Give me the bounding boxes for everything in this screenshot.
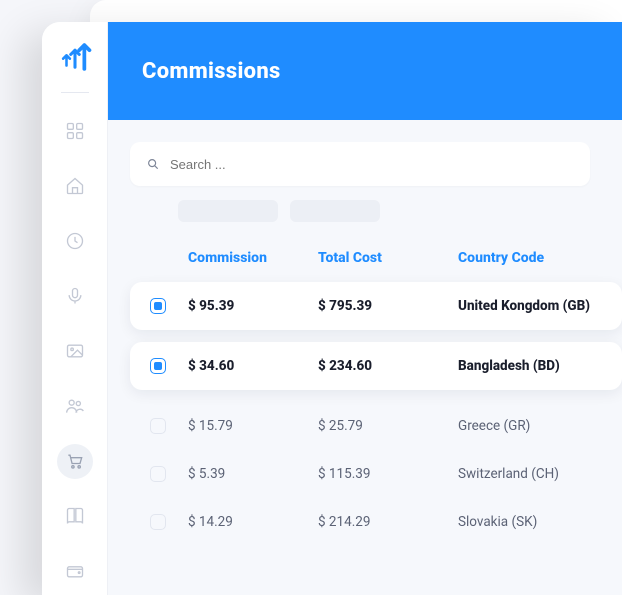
skeleton-chip	[178, 200, 278, 222]
nav-book[interactable]	[57, 499, 93, 534]
clock-icon	[65, 231, 85, 251]
filter-placeholder-row	[178, 200, 622, 222]
col-total-cost[interactable]: Total Cost	[318, 250, 458, 266]
col-country-code[interactable]: Country Code	[458, 250, 622, 266]
commissions-table: Commission Total Cost Country Code $ 95.…	[130, 250, 622, 546]
arrows-up-icon	[58, 40, 92, 74]
page-title: Commissions	[142, 59, 281, 84]
search-bar[interactable]	[130, 142, 590, 186]
table-header-row: Commission Total Cost Country Code	[130, 250, 622, 282]
cell-country: Switzerland (CH)	[458, 466, 622, 482]
app-window: Commissions Commission Total Cost Countr…	[42, 22, 622, 595]
nav-dashboard[interactable]	[57, 113, 93, 148]
col-commission[interactable]: Commission	[188, 250, 318, 266]
search-input[interactable]	[170, 157, 574, 172]
table-row[interactable]: $ 14.29 $ 214.29 Slovakia (SK)	[130, 498, 622, 546]
mic-icon	[65, 286, 85, 306]
cell-total-cost: $ 214.29	[318, 514, 458, 530]
cell-commission: $ 14.29	[188, 514, 318, 530]
content-area: Commission Total Cost Country Code $ 95.…	[108, 120, 622, 546]
cell-country: Bangladesh (BD)	[458, 358, 622, 374]
search-icon	[146, 157, 160, 171]
cell-commission: $ 5.39	[188, 466, 318, 482]
skeleton-chip	[290, 200, 380, 222]
grid-icon	[65, 121, 85, 141]
wallet-icon	[65, 561, 85, 581]
cell-total-cost: $ 795.39	[318, 298, 458, 314]
nav-wallet[interactable]	[57, 554, 93, 589]
image-icon	[65, 341, 85, 361]
page-header: Commissions	[108, 22, 622, 120]
cell-country: Slovakia (SK)	[458, 514, 622, 530]
table-row[interactable]: $ 95.39 $ 795.39 United Kongdom (GB)	[130, 282, 622, 330]
cell-commission: $ 34.60	[188, 358, 318, 374]
main-panel: Commissions Commission Total Cost Countr…	[108, 22, 622, 595]
home-icon	[65, 176, 85, 196]
nav-time[interactable]	[57, 223, 93, 258]
cell-country: United Kongdom (GB)	[458, 298, 622, 314]
table-row[interactable]: $ 5.39 $ 115.39 Switzerland (CH)	[130, 450, 622, 498]
table-row[interactable]: $ 15.79 $ 25.79 Greece (GR)	[130, 402, 622, 450]
cell-total-cost: $ 115.39	[318, 466, 458, 482]
cell-country: Greece (GR)	[458, 418, 622, 434]
row-checkbox[interactable]	[150, 358, 166, 374]
nav-users[interactable]	[57, 389, 93, 424]
nav-cart[interactable]	[57, 444, 93, 479]
users-icon	[65, 396, 85, 416]
cell-commission: $ 15.79	[188, 418, 318, 434]
cell-total-cost: $ 25.79	[318, 418, 458, 434]
cell-commission: $ 95.39	[188, 298, 318, 314]
sidebar	[42, 22, 108, 595]
row-checkbox[interactable]	[150, 298, 166, 314]
row-checkbox[interactable]	[150, 418, 166, 434]
nav-mic[interactable]	[57, 278, 93, 313]
app-logo	[58, 40, 92, 74]
table-row[interactable]: $ 34.60 $ 234.60 Bangladesh (BD)	[130, 342, 622, 390]
sidebar-divider	[61, 92, 89, 93]
cell-total-cost: $ 234.60	[318, 358, 458, 374]
cart-icon	[65, 451, 85, 471]
row-checkbox[interactable]	[150, 514, 166, 530]
book-icon	[65, 506, 85, 526]
row-checkbox[interactable]	[150, 466, 166, 482]
nav-image[interactable]	[57, 333, 93, 368]
nav-home[interactable]	[57, 168, 93, 203]
